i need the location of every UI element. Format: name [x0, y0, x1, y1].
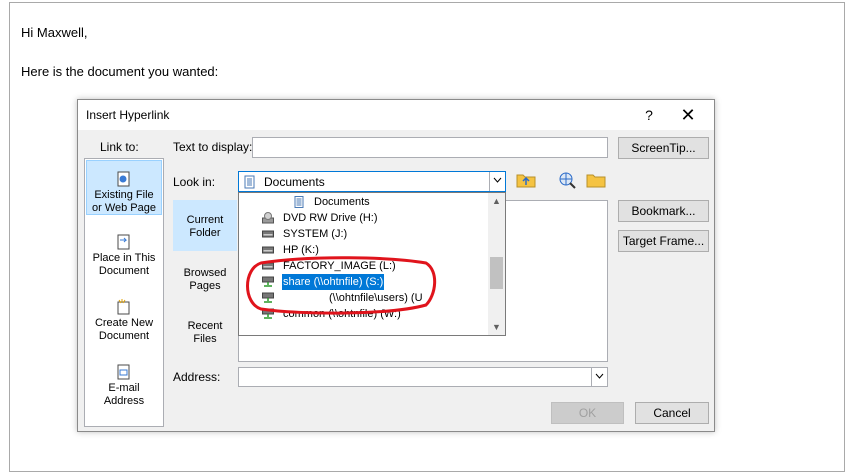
recent-files-label-2: Files	[193, 333, 217, 345]
browsed-pages-label-2: Pages	[189, 280, 221, 292]
current-folder-label-2: Folder	[189, 227, 221, 239]
scroll-down-icon[interactable]: ▼	[488, 319, 505, 335]
annotation-circle	[246, 256, 437, 315]
look-in-dropdown-arrow[interactable]	[489, 172, 505, 191]
dropdown-item-hp-drive[interactable]: HP (K:)	[239, 242, 489, 258]
browsed-pages-label-1: Browsed	[183, 267, 227, 279]
dropdown-item-label: HP (K:)	[283, 244, 319, 256]
tab-current-folder[interactable]: Current Folder	[173, 200, 237, 251]
dropdown-item-documents[interactable]: Documents	[239, 194, 489, 210]
link-to-email-address[interactable]: E-mail Address	[86, 364, 162, 412]
screentip-button[interactable]: ScreenTip...	[618, 137, 709, 159]
create-new-document-label-1: Create New	[94, 317, 154, 329]
existing-file-icon	[117, 171, 130, 187]
close-button[interactable]: ✕	[676, 104, 700, 126]
existing-file-label-2: or Web Page	[91, 202, 156, 214]
chevron-down-icon	[595, 373, 604, 379]
dropdown-scrollbar[interactable]: ▲ ▼	[488, 193, 505, 335]
help-button[interactable]: ?	[638, 104, 660, 126]
dropdown-item-label: Documents	[314, 196, 370, 208]
cancel-button[interactable]: Cancel	[635, 402, 709, 424]
create-new-document-label-2: Document	[98, 330, 150, 342]
recent-files-label-1: Recent	[187, 320, 223, 332]
drive-icon	[262, 246, 274, 254]
dropdown-item-label: SYSTEM (J:)	[283, 228, 348, 240]
scroll-up-icon[interactable]: ▲	[488, 193, 505, 209]
email-address-label-1: E-mail	[108, 382, 140, 394]
address-dropdown-arrow[interactable]	[591, 368, 607, 386]
email-address-label-2: Address	[103, 395, 145, 407]
up-folder-icon[interactable]	[516, 171, 536, 189]
drive-icon	[262, 230, 274, 238]
new-document-icon	[117, 299, 130, 315]
dvd-drive-icon	[262, 212, 274, 224]
current-folder-label-1: Current	[186, 214, 224, 226]
text-to-display-label: Text to display:	[173, 140, 253, 154]
link-to-pane: Existing File or Web Page Place in This …	[84, 158, 164, 427]
link-to-place-in-document[interactable]: Place in This Document	[86, 234, 162, 282]
link-to-label: Link to:	[100, 140, 139, 154]
look-in-label: Look in:	[173, 175, 216, 189]
tab-browsed-pages[interactable]: Browsed Pages	[173, 253, 237, 304]
place-in-document-label-1: Place in This	[92, 252, 156, 264]
email-icon	[117, 364, 130, 380]
existing-file-label-1: Existing File	[94, 189, 154, 201]
documents-icon	[294, 196, 304, 208]
link-to-existing-file[interactable]: Existing File or Web Page	[86, 160, 162, 215]
insert-hyperlink-dialog: Insert Hyperlink ? ✕ Link to: Existing F…	[77, 99, 715, 432]
target-frame-button[interactable]: Target Frame...	[618, 230, 709, 252]
chevron-down-icon	[493, 177, 502, 183]
side-tabs: Current Folder Browsed Pages Recent File…	[173, 200, 237, 360]
link-to-create-new-document[interactable]: Create New Document	[86, 299, 162, 347]
body-text: Here is the document you wanted:	[21, 64, 219, 79]
dialog-titlebar: Insert Hyperlink ? ✕	[78, 100, 714, 130]
place-in-document-label-2: Document	[98, 265, 150, 277]
tab-recent-files[interactable]: Recent Files	[173, 306, 237, 357]
ok-button[interactable]: OK	[551, 402, 624, 424]
look-in-value: Documents	[264, 175, 325, 189]
address-label: Address:	[173, 370, 221, 384]
place-in-document-icon	[117, 234, 130, 250]
browse-web-icon[interactable]	[558, 171, 578, 189]
greeting-text: Hi Maxwell,	[21, 25, 88, 40]
browse-folder-icon[interactable]	[586, 171, 606, 189]
text-to-display-input[interactable]	[252, 137, 608, 158]
dropdown-item-system-drive[interactable]: SYSTEM (J:)	[239, 226, 489, 242]
scroll-thumb[interactable]	[490, 257, 503, 289]
dialog-title: Insert Hyperlink	[86, 108, 170, 122]
dropdown-item-dvd-drive[interactable]: DVD RW Drive (H:)	[239, 210, 489, 226]
look-in-combo[interactable]: Documents	[238, 171, 506, 192]
bookmark-button[interactable]: Bookmark...	[618, 200, 709, 222]
address-input[interactable]	[238, 367, 608, 387]
documents-folder-icon	[244, 175, 255, 189]
dropdown-item-label: DVD RW Drive (H:)	[283, 212, 378, 224]
